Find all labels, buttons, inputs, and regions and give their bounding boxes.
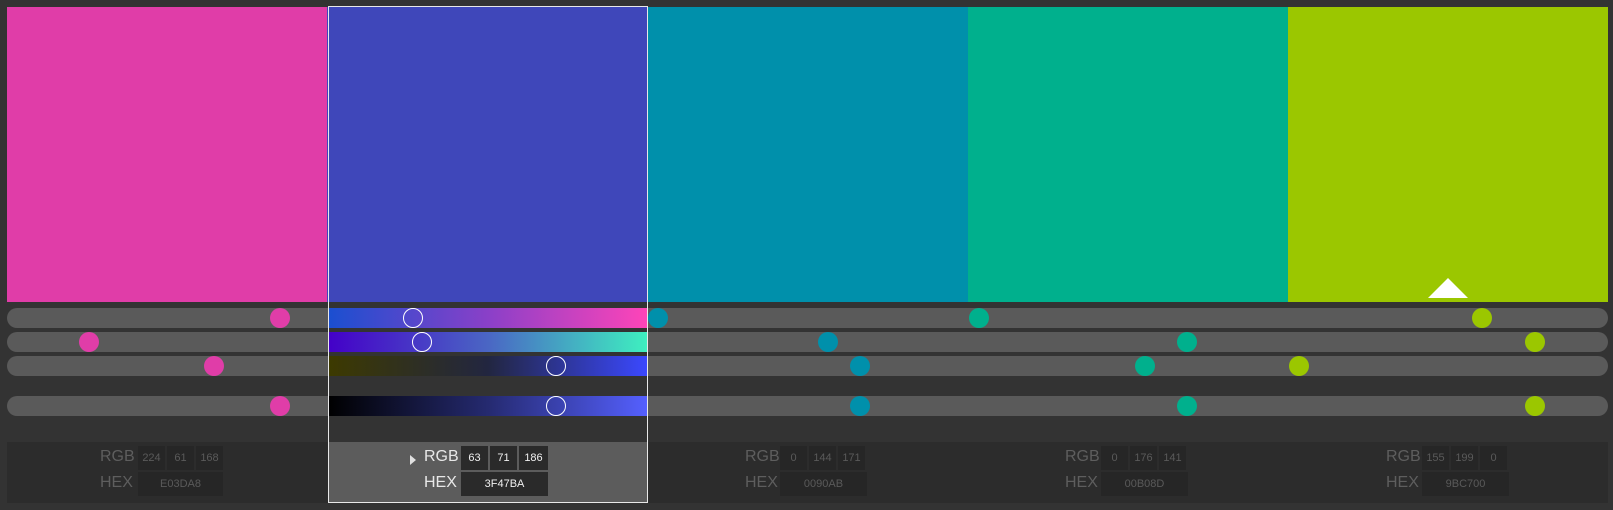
green-value[interactable]: 144 [809,446,836,470]
red-value[interactable]: 155 [1422,446,1449,470]
slider-thumb[interactable] [1525,332,1545,352]
hex-label: HEX [1386,474,1419,491]
green-value[interactable]: 71 [490,446,517,470]
slider-thumb-active[interactable] [546,356,566,376]
blue-value[interactable]: 141 [1159,446,1186,470]
hex-label: HEX [745,474,778,491]
color-info-5: RGB 155 199 0 HEX 9BC700 [1291,442,1611,503]
slider-gradient-hue[interactable] [328,308,648,328]
red-value[interactable]: 63 [461,446,488,470]
red-value[interactable]: 0 [1101,446,1128,470]
color-info-1: RGB 224 61 168 HEX E03DA8 [7,442,327,503]
swatch-row [7,7,1608,302]
slider-thumb[interactable] [270,396,290,416]
slider-thumb[interactable] [1525,396,1545,416]
rgb-label: RGB [1386,448,1421,465]
color-swatch-5[interactable] [1287,7,1608,302]
hex-value[interactable]: E03DA8 [138,472,223,496]
slider-area [0,302,1613,442]
slider-thumb[interactable] [79,332,99,352]
slider-thumb-active[interactable] [403,308,423,328]
green-value[interactable]: 199 [1451,446,1478,470]
slider-thumb-active[interactable] [546,396,566,416]
rgb-label: RGB [1065,448,1100,465]
slider-thumb-active[interactable] [412,332,432,352]
slider-thumb[interactable] [204,356,224,376]
color-swatch-4[interactable] [967,7,1288,302]
slider-gradient-lightness[interactable] [328,356,648,376]
rgb-label: RGB [745,448,780,465]
blue-value[interactable]: 0 [1480,446,1507,470]
color-info-3: RGB 0 144 171 HEX 0090AB [649,442,969,503]
hex-value[interactable]: 9BC700 [1422,472,1509,496]
hex-label: HEX [100,474,133,491]
slider-thumb[interactable] [1135,356,1155,376]
rgb-label: RGB [424,448,459,465]
blue-value[interactable]: 171 [838,446,865,470]
color-swatch-2[interactable] [327,7,648,302]
slider-thumb[interactable] [1289,356,1309,376]
red-value[interactable]: 0 [780,446,807,470]
caret-right-icon[interactable] [410,455,416,465]
slider-thumb[interactable] [1177,396,1197,416]
slider-thumb[interactable] [850,396,870,416]
hex-value[interactable]: 3F47BA [461,472,548,496]
slider-track-hue[interactable] [7,308,1608,328]
hex-value[interactable]: 0090AB [780,472,867,496]
blue-value[interactable]: 186 [519,446,548,470]
slider-thumb[interactable] [270,308,290,328]
blue-value[interactable]: 168 [196,446,223,470]
slider-track-lightness[interactable] [7,356,1608,376]
slider-thumb[interactable] [818,332,838,352]
slider-track-saturation[interactable] [7,332,1608,352]
color-swatch-3[interactable] [647,7,968,302]
hex-value[interactable]: 00B08D [1101,472,1188,496]
green-value[interactable]: 176 [1130,446,1157,470]
hex-label: HEX [424,474,457,491]
color-info-2: RGB 63 71 186 HEX 3F47BA [328,442,648,503]
slider-gradient-brightness[interactable] [328,396,648,416]
slider-thumb[interactable] [1472,308,1492,328]
hex-label: HEX [1065,474,1098,491]
slider-gradient-saturation[interactable] [328,332,648,352]
slider-thumb[interactable] [648,308,668,328]
rgb-label: RGB [100,448,135,465]
color-info-4: RGB 0 176 141 HEX 00B08D [970,442,1290,503]
slider-track-brightness[interactable] [7,396,1608,416]
slider-thumb[interactable] [850,356,870,376]
green-value[interactable]: 61 [167,446,194,470]
triangle-up-icon [1427,278,1468,298]
slider-thumb[interactable] [1177,332,1197,352]
slider-thumb[interactable] [969,308,989,328]
red-value[interactable]: 224 [138,446,165,470]
color-swatch-1[interactable] [7,7,328,302]
